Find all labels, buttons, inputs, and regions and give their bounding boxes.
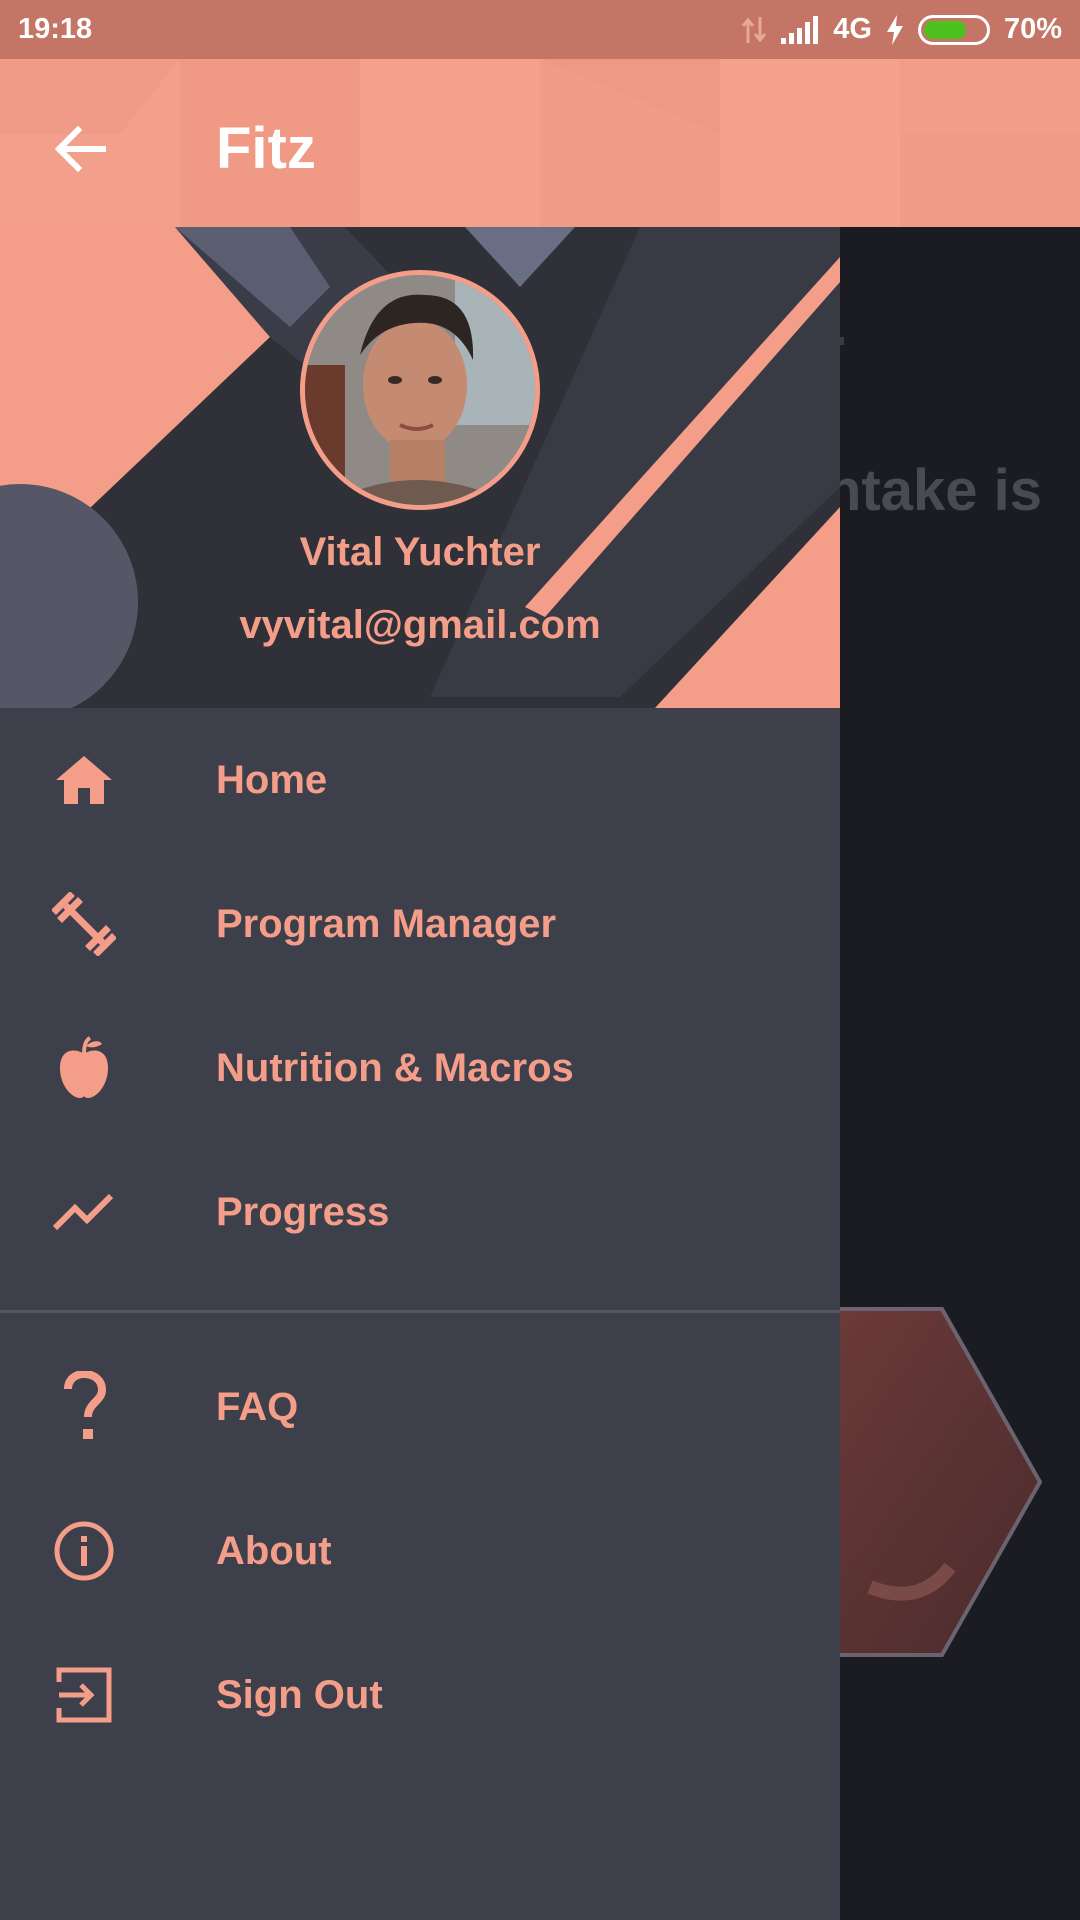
nav-item-about[interactable]: About — [0, 1479, 840, 1623]
nav-label-progress: Progress — [216, 1189, 390, 1234]
app-bar-pattern — [0, 59, 1080, 227]
nav-item-progress[interactable]: Progress — [0, 1140, 840, 1284]
drawer-divider — [0, 1310, 840, 1313]
nav-item-nutrition[interactable]: Nutrition & Macros — [0, 996, 840, 1140]
battery-percent: 70% — [1003, 13, 1062, 45]
avatar-photo — [305, 275, 535, 505]
nav-label-faq: FAQ — [216, 1384, 299, 1429]
nav-label-nutrition: Nutrition & Macros — [216, 1045, 574, 1090]
home-icon — [48, 744, 120, 816]
sign-out-icon — [48, 1659, 120, 1731]
battery-icon — [917, 14, 990, 45]
avatar[interactable] — [300, 270, 540, 510]
background-text: ntake is — [826, 458, 1042, 523]
arrow-back-icon — [54, 125, 107, 177]
data-transfer-icon — [741, 15, 767, 45]
user-email: vyvital@gmail.com — [239, 603, 601, 647]
back-button[interactable] — [40, 111, 120, 191]
status-time: 19:18 — [18, 13, 93, 45]
nav-item-sign-out[interactable]: Sign Out — [0, 1623, 840, 1767]
navigation-drawer: Vital Yuchter vyvital@gmail.com Home Pro… — [0, 227, 840, 1920]
info-icon — [48, 1515, 120, 1587]
drawer-header: Vital Yuchter vyvital@gmail.com — [0, 227, 840, 708]
nav-item-program-manager[interactable]: Program Manager — [0, 852, 840, 996]
network-type: 4G — [833, 13, 872, 45]
trending-up-icon — [48, 1176, 120, 1248]
nav-item-faq[interactable]: FAQ — [0, 1335, 840, 1479]
status-icons: 4G 70% — [741, 13, 1062, 46]
nav-label-sign-out: Sign Out — [216, 1672, 383, 1717]
signal-icon — [781, 15, 819, 44]
nav-item-home[interactable]: Home — [0, 708, 840, 852]
nav-label-program-manager: Program Manager — [216, 901, 557, 946]
charging-icon — [886, 14, 904, 45]
question-icon — [48, 1371, 120, 1443]
nav-list: Home Program Manager Nutrition & Macros … — [0, 708, 840, 1767]
nav-label-about: About — [216, 1528, 332, 1573]
user-name: Vital Yuchter — [299, 530, 541, 574]
dumbbell-icon — [48, 888, 120, 960]
status-bar: 19:18 4G 70% — [0, 0, 1080, 59]
battery-level — [923, 20, 966, 39]
app-title: Fitz — [216, 116, 316, 181]
apple-icon — [48, 1032, 120, 1104]
nav-label-home: Home — [216, 757, 328, 802]
app-bar: Fitz — [0, 59, 1080, 227]
